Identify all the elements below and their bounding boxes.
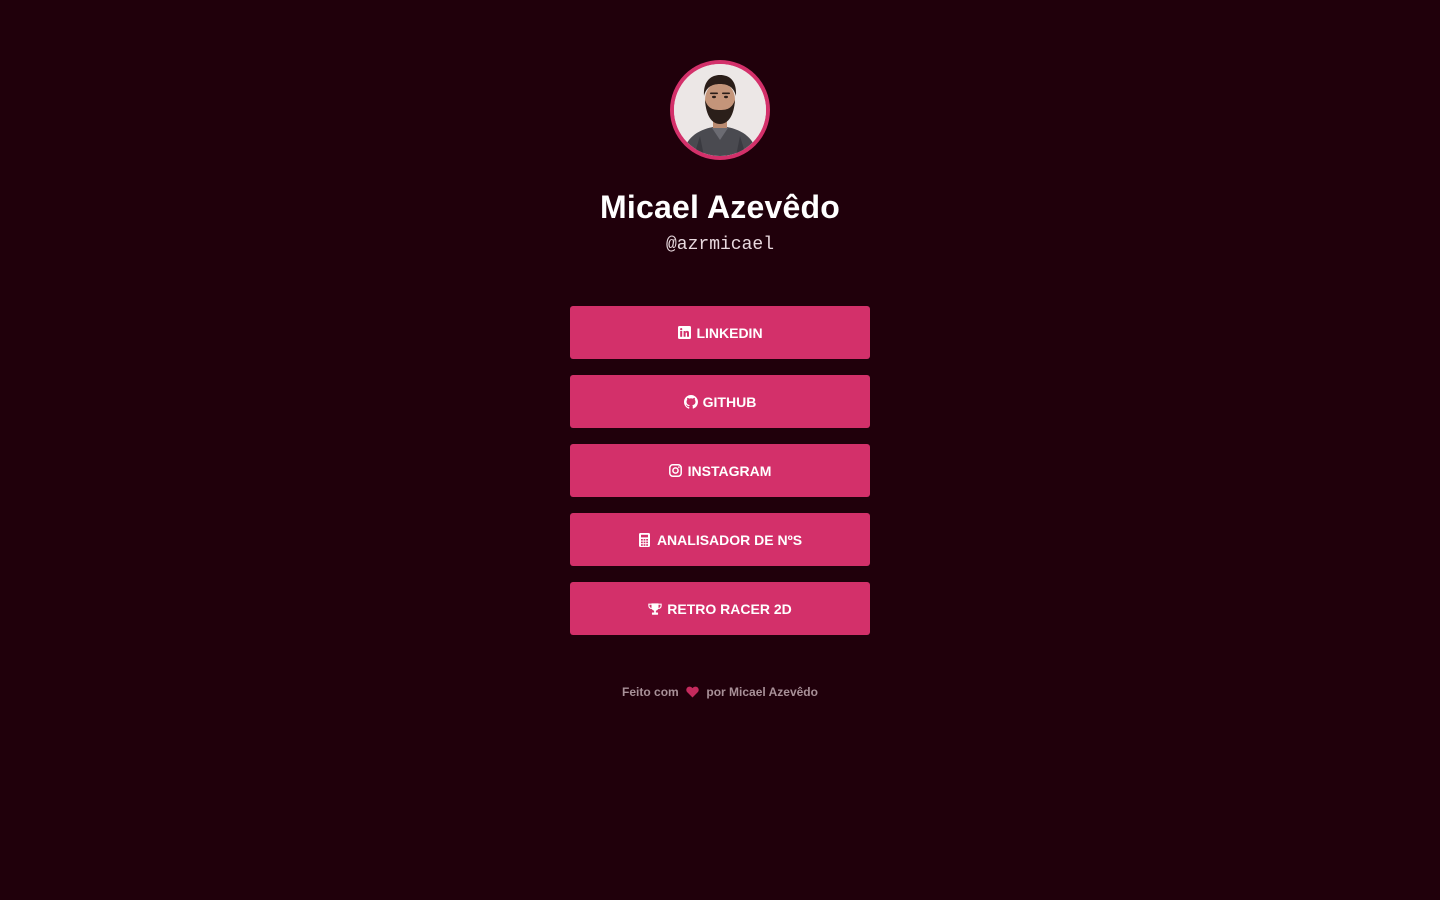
link-list: LINKEDIN GITHUB INSTAGRAM ANALISADOR DE …: [570, 306, 870, 651]
avatar: [674, 64, 766, 156]
github-label: GITHUB: [702, 393, 757, 410]
linkedin-button[interactable]: LINKEDIN: [570, 306, 870, 359]
linkedin-label: LINKEDIN: [696, 324, 763, 341]
number-analyzer-button[interactable]: ANALISADOR DE NºS: [570, 513, 870, 566]
profile-name: Micael Azevêdo: [600, 189, 840, 225]
linkedin-icon: [677, 326, 691, 340]
github-icon: [683, 394, 698, 409]
number-analyzer-label: ANALISADOR DE NºS: [656, 531, 803, 548]
avatar-ring: [670, 60, 770, 160]
profile-handle: @azrmicael: [665, 235, 775, 255]
footer: Feito com por Micael Azevêdo: [0, 684, 1440, 702]
heart-icon: [686, 686, 699, 702]
profile-photo: [674, 64, 766, 156]
linktree-page: Micael Azevêdo @azrmicael LINKEDIN GITHU…: [0, 0, 1440, 900]
instagram-label: INSTAGRAM: [687, 462, 772, 479]
instagram-icon: [669, 464, 683, 478]
trophy-icon: [648, 602, 662, 616]
footer-text-before: Feito com: [622, 685, 679, 699]
github-button[interactable]: GITHUB: [570, 375, 870, 428]
retro-racer-label: RETRO RACER 2D: [667, 600, 792, 617]
footer-text-after: por Micael Azevêdo: [706, 685, 818, 699]
profile-header: Micael Azevêdo @azrmicael: [0, 60, 1440, 257]
instagram-button[interactable]: INSTAGRAM: [570, 444, 870, 497]
retro-racer-button[interactable]: RETRO RACER 2D: [570, 582, 870, 635]
calculator-icon: [638, 532, 652, 547]
